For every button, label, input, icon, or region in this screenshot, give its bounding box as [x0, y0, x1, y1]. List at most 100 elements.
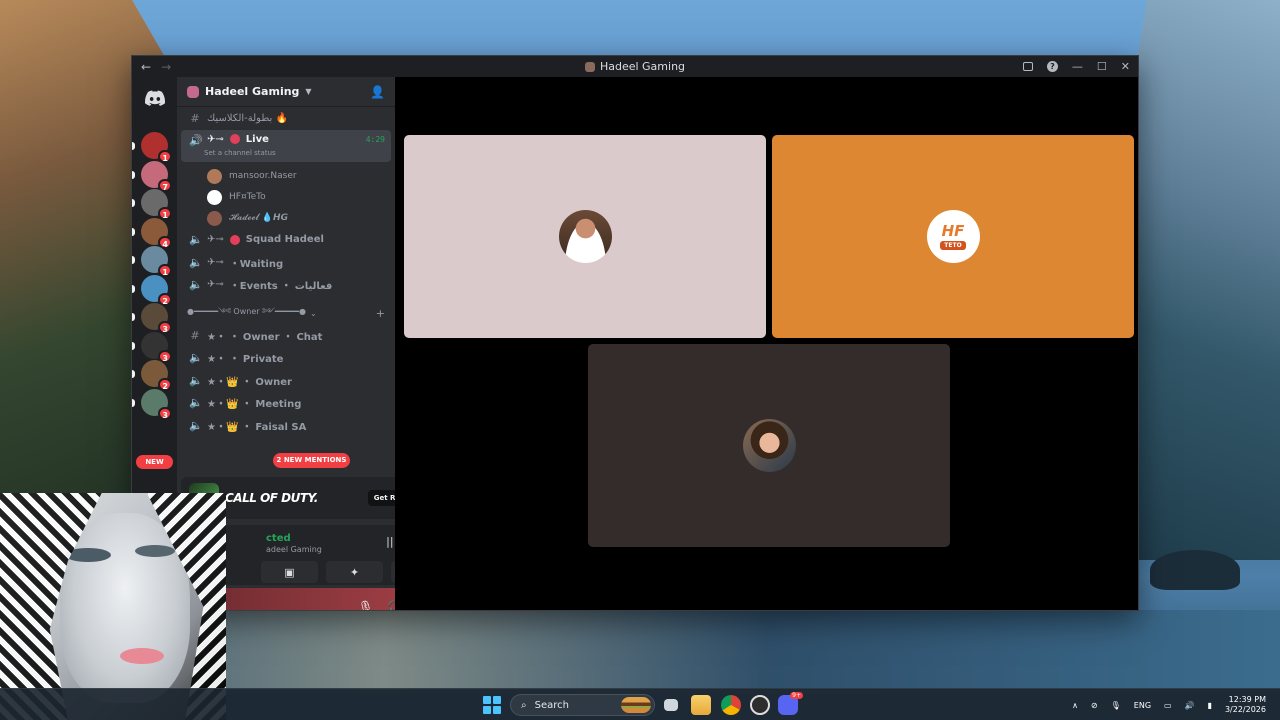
app-icon[interactable] [750, 695, 770, 715]
speaker-icon: 🔈 [189, 396, 203, 410]
channel-owner[interactable]: 🔈 ★・ ・ Private [177, 347, 395, 370]
voice-user[interactable]: mansoor.Naser [177, 166, 395, 187]
windows-start-icon[interactable] [483, 696, 501, 714]
clock-time: 12:39 PM [1228, 694, 1266, 704]
participant-tile-hadeel[interactable] [588, 344, 950, 547]
discord-window: ← → Hadeel Gaming ? — ☐ ✕ 1714123323 NEW… [131, 55, 1139, 611]
channel-owner[interactable]: 🔈 ★・👑 ・ Meeting [177, 392, 395, 415]
window-title: Hadeel Gaming [599, 60, 686, 73]
screen-share-button[interactable]: ▣ [261, 561, 318, 583]
taskbar: ⌕ Search 9+ ∧ ⊘ 🎙 ENG ▭ 🔊 ▮ 12:39 PM 3/2… [0, 688, 1280, 720]
new-mentions-pill[interactable]: 2 NEW MENTIONS [273, 453, 350, 468]
server-icon[interactable]: 3 [141, 303, 172, 334]
channel-label: بطولة-الكلاسيك 🔥 [207, 112, 288, 124]
clock[interactable]: 12:39 PM 3/22/2026 [1225, 695, 1266, 716]
server-icon[interactable]: 2 [141, 360, 172, 391]
lips-shape [120, 648, 164, 664]
task-view-icon[interactable] [664, 699, 678, 711]
channel-owner[interactable]: 🔈 ★・👑 ・ Faisal SA [177, 414, 395, 437]
user-avatar [207, 168, 222, 184]
server-icon[interactable]: 2 [141, 274, 172, 306]
participant-avatar [742, 419, 796, 472]
chevron-up-icon[interactable]: ∧ [1072, 701, 1078, 710]
server-icon[interactable]: 1 [141, 132, 172, 163]
language-indicator[interactable]: ENG [1134, 701, 1151, 710]
server-icon[interactable]: 7 [141, 160, 172, 192]
wifi-icon[interactable]: ▭ [1164, 701, 1172, 710]
face-shape [60, 513, 190, 703]
server-icon[interactable]: 1 [141, 189, 172, 220]
server-header[interactable]: Hadeel Gaming ▼ 👤 [177, 77, 395, 107]
voice-status[interactable]: cted [266, 533, 291, 544]
server-icon[interactable]: 1 [141, 246, 172, 277]
channel-label: ★・👑 ・ Meeting [207, 399, 302, 411]
channel-voice[interactable]: 🔈 ✈⊸ Squad Hadeel [177, 229, 395, 252]
add-channel-icon[interactable]: + [376, 307, 385, 320]
screen-share-icon: ▣ [284, 565, 295, 579]
volume-icon[interactable]: 🔊 [1185, 701, 1195, 710]
add-user-icon[interactable]: 👤 [370, 85, 385, 99]
chevron-down-icon: ▼ [305, 87, 312, 96]
participant-avatar [558, 210, 612, 263]
channel-owner[interactable]: # ★・ ・ Owner ・ Chat [177, 324, 395, 347]
participant-tile-mansoor[interactable] [404, 135, 766, 338]
call-timer: 4:29 [365, 134, 385, 144]
red-dot-icon [229, 133, 240, 144]
help-icon[interactable]: ? [1046, 61, 1058, 72]
server-unread-indicator [132, 142, 135, 150]
chrome-icon[interactable] [721, 695, 741, 715]
user-avatar [207, 210, 222, 226]
server-unread-indicator [132, 284, 135, 293]
channel-owner[interactable]: 🔈 ★・👑 ・ Owner [177, 369, 395, 392]
microphone-icon[interactable]: 🎙 [358, 600, 373, 610]
user-name: HF¤TeTo [229, 192, 266, 202]
close-button[interactable]: ✕ [1121, 60, 1130, 73]
channel-voice[interactable]: 🔈 ✈⊸ ・Events ・ فعاليات [177, 274, 395, 297]
voice-user[interactable]: HF¤TeTo [177, 187, 395, 208]
category-label: ●━━━━━༺ Owner ༻━━━━━● [187, 306, 306, 316]
network-icon[interactable]: ⊘ [1091, 701, 1098, 710]
server-icon[interactable]: 4 [141, 217, 172, 249]
participant-tile-teto[interactable]: HF TETO [772, 135, 1134, 338]
activities-button[interactable]: ✦ [326, 561, 383, 583]
server-unread-indicator [132, 398, 135, 407]
channel-voice-live[interactable]: 🔊 ✈⊸ Live 4:29 Set a channel status [181, 129, 391, 162]
speaker-icon: 🔈 [189, 278, 203, 292]
battery-icon[interactable]: ▮ [1208, 701, 1212, 710]
voice-user[interactable]: 𝓗𝓪𝓭𝓮𝓮𝓵 💧𝙃𝙂 [177, 208, 395, 229]
channel-status[interactable]: Set a channel status [204, 149, 276, 157]
speaker-icon: 🔈 [189, 373, 203, 387]
server-unread-indicator [132, 256, 135, 264]
discord-home-icon[interactable] [140, 83, 170, 113]
search-highlight-icon [621, 697, 651, 713]
teto-logo-text: HF [941, 221, 965, 240]
server-icon[interactable]: 3 [141, 388, 172, 420]
headphones-icon[interactable]: 🎧 [387, 600, 395, 610]
channel-label: ★・👑 ・ Faisal SA [207, 421, 307, 433]
channel-text-top[interactable]: # بطولة-الكلاسيك 🔥 [177, 107, 395, 130]
voice-server: adeel Gaming [266, 545, 322, 554]
new-servers-pill[interactable]: NEW [136, 455, 173, 469]
forward-button[interactable]: → [161, 60, 171, 74]
noise-suppression-icon[interactable]: ||| [386, 535, 395, 548]
channel-voice[interactable]: 🔈 ✈⊸ ・Waiting [177, 251, 395, 274]
channel-prefix: ✈⊸ [207, 279, 224, 291]
file-explorer-icon[interactable] [691, 695, 711, 715]
desktop-rock [1150, 550, 1240, 590]
participant-avatar: HF TETO [926, 210, 980, 263]
speaker-icon: 🔈 [189, 233, 203, 247]
back-button[interactable]: ← [141, 60, 151, 74]
inbox-icon[interactable] [1022, 62, 1033, 71]
activities-icon: ✦ [349, 565, 360, 579]
discord-taskbar-icon[interactable]: 9+ [778, 692, 803, 715]
server-mention-badge: 1 [158, 150, 172, 163]
server-unread-indicator [132, 341, 135, 350]
server-icon[interactable]: 3 [141, 331, 172, 363]
category-owner[interactable]: ●━━━━━༺ Owner ༻━━━━━● ⌄ + [177, 302, 395, 324]
get-reward-button[interactable]: Get Reward! [367, 490, 395, 506]
maximize-button[interactable]: ☐ [1097, 60, 1107, 73]
taskbar-search[interactable]: ⌕ Search [510, 694, 655, 716]
microphone-tray-icon[interactable]: 🎙 [1111, 701, 1121, 710]
speaker-icon: 🔊 [189, 133, 203, 147]
minimize-button[interactable]: — [1072, 60, 1083, 73]
